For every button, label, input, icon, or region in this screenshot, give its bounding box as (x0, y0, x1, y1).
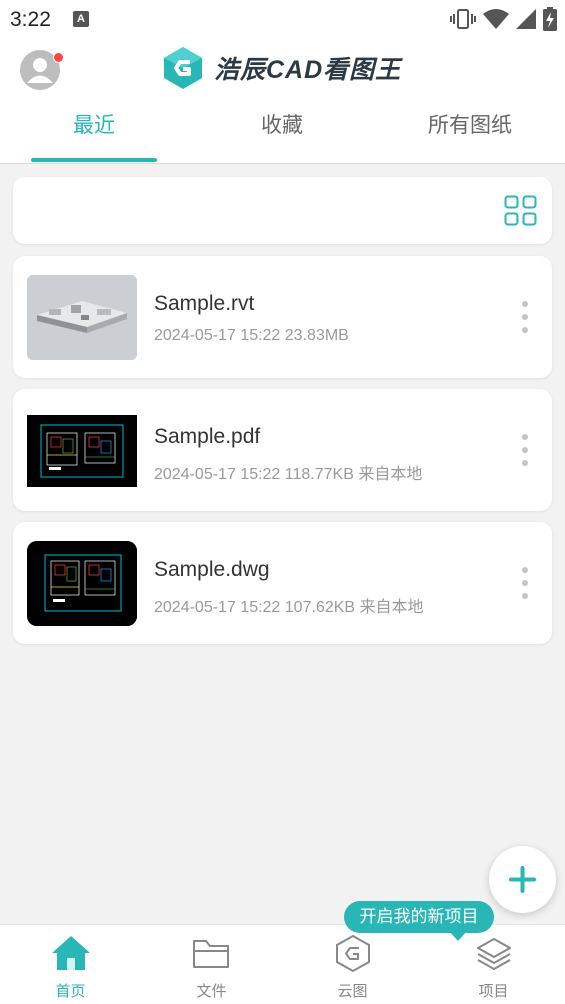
app-logo: 浩辰CAD看图王 (162, 46, 401, 90)
file-meta: 2024-05-17 15:22 23.83MB (154, 327, 349, 344)
add-button[interactable] (489, 846, 556, 913)
layers-icon (476, 938, 511, 970)
tab-recent[interactable]: 最近 (0, 100, 188, 163)
view-toolbar (13, 177, 552, 244)
file-thumbnail (27, 541, 137, 626)
file-name: Sample.rvt (154, 292, 255, 315)
folder-icon (192, 940, 229, 968)
notification-a-icon: A (73, 11, 89, 27)
nav-label: 云图 (337, 983, 368, 1000)
cad-drawing-thumbnail (27, 541, 137, 626)
file-meta: 2024-05-17 15:22 118.77KB 来自本地 (154, 466, 423, 483)
3d-model-thumbnail (27, 275, 137, 360)
nav-label: 项目 (478, 983, 509, 1000)
status-bar: 3:22 A (0, 0, 565, 38)
file-name: Sample.dwg (154, 558, 270, 581)
tooltip-tail (449, 931, 467, 941)
file-card-dwg[interactable]: Sample.dwg 2024-05-17 15:22 107.62KB 来自本… (13, 522, 552, 644)
dot (522, 580, 528, 586)
more-options-button[interactable] (520, 434, 530, 466)
home-icon (51, 936, 90, 970)
battery-charging-icon (543, 7, 557, 31)
status-icons (450, 7, 557, 31)
notification-dot (53, 52, 64, 63)
file-thumbnail (27, 415, 137, 487)
dot (522, 460, 528, 466)
dot (522, 301, 528, 307)
dot (522, 593, 528, 599)
file-meta: 2024-05-17 15:22 107.62KB 来自本地 (154, 599, 424, 616)
nav-label: 首页 (55, 983, 86, 1000)
nav-label: 文件 (196, 983, 227, 1000)
new-project-tooltip[interactable]: 开启我的新项目 (344, 901, 494, 933)
tab-favorites[interactable]: 收藏 (188, 100, 376, 163)
plus-icon (509, 866, 536, 893)
file-thumbnail (27, 275, 137, 360)
file-card-pdf[interactable]: Sample.pdf 2024-05-17 15:22 118.77KB 来自本… (13, 389, 552, 511)
app-header: 浩辰CAD看图王 (0, 38, 565, 100)
nav-files[interactable]: 文件 (141, 925, 282, 1004)
wifi-icon (483, 9, 509, 29)
dot (522, 447, 528, 453)
file-name: Sample.pdf (154, 425, 261, 448)
file-card-rvt[interactable]: Sample.rvt 2024-05-17 15:22 23.83MB (13, 256, 552, 378)
signal-icon (516, 9, 536, 29)
tab-all-drawings[interactable]: 所有图纸 (376, 100, 564, 163)
app-logo-icon (164, 47, 202, 89)
cloud-drawing-icon (335, 934, 370, 973)
dot (522, 567, 528, 573)
grid-view-icon (504, 195, 537, 226)
grid-view-button[interactable] (504, 195, 538, 227)
bottom-nav: 首页 文件 云图 项目 (0, 924, 565, 1004)
nav-projects[interactable]: 项目 (423, 925, 564, 1004)
status-time: 3:22 (10, 8, 51, 31)
cad-drawing-thumbnail (27, 415, 137, 487)
dot (522, 314, 528, 320)
tab-active-indicator (31, 158, 157, 162)
dot (522, 327, 528, 333)
app-name: 浩辰CAD看图王 (214, 56, 402, 84)
nav-cloud[interactable]: 云图 (282, 925, 423, 1004)
vibrate-icon (450, 9, 476, 29)
dot (522, 434, 528, 440)
nav-home[interactable]: 首页 (0, 925, 141, 1004)
more-options-button[interactable] (520, 567, 530, 599)
tab-bar: 最近 收藏 所有图纸 (0, 100, 565, 164)
more-options-button[interactable] (520, 301, 530, 333)
